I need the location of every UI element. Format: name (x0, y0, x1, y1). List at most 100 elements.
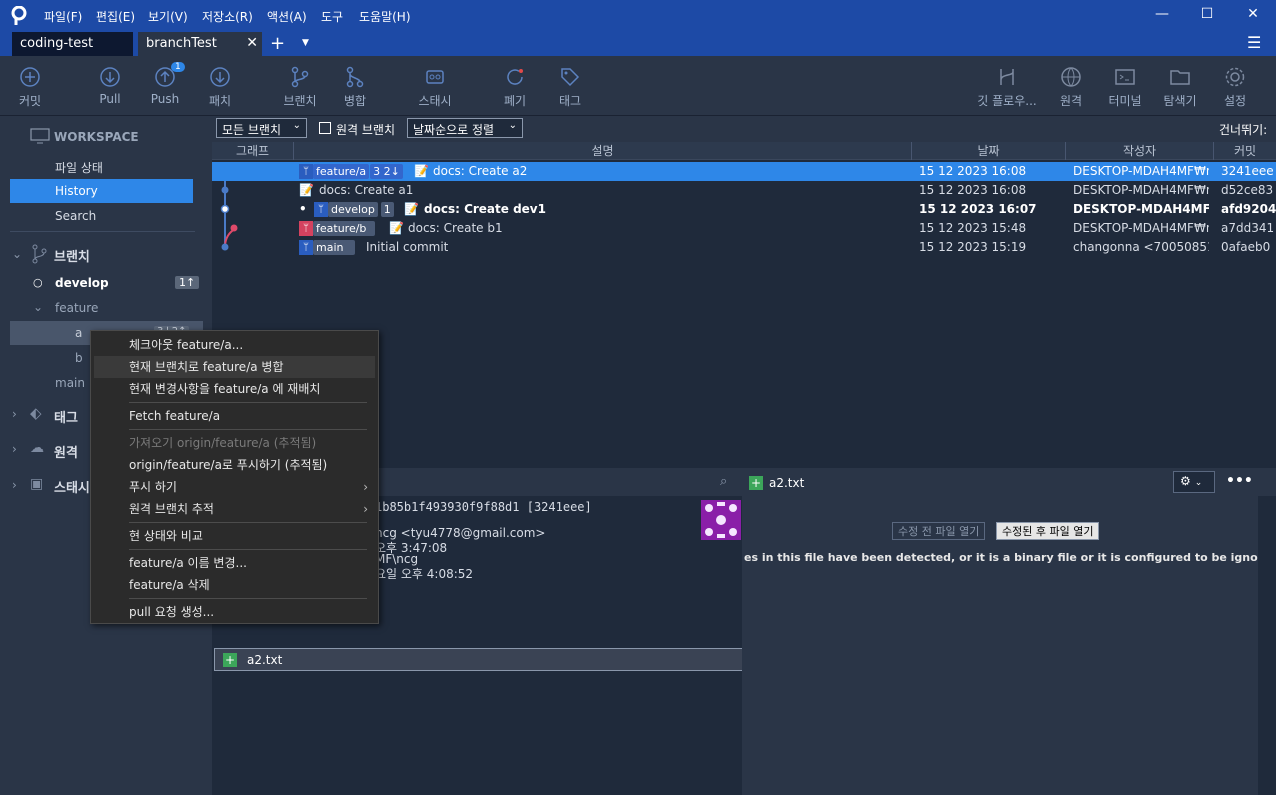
menu-edit[interactable]: 편집(E) (96, 8, 135, 25)
branch-button[interactable]: 브랜치 (270, 62, 330, 109)
menu-item-push-to[interactable]: 푸시 하기 › (91, 476, 378, 498)
maximize-icon[interactable]: ☐ (1197, 6, 1217, 26)
diff-message: es in this file have been detected, or i… (744, 551, 1258, 564)
monitor-icon (30, 128, 50, 144)
changed-file-row[interactable]: + a2.txt (214, 648, 743, 671)
branches-heading[interactable]: 브랜치 (54, 246, 90, 265)
changed-file-name: a2.txt (247, 653, 283, 667)
sort-select[interactable]: 날짜순으로 정렬 ⌄ (407, 118, 523, 138)
hamburger-menu-icon[interactable]: ☰ (1247, 33, 1261, 52)
tab-label: branchTest (146, 36, 217, 51)
sidebar-item-feature-folder[interactable]: feature (55, 301, 98, 315)
branch-name: feature/b (313, 221, 375, 236)
open-after-button[interactable]: 수정된 후 파일 열기 (996, 522, 1100, 540)
commit-row[interactable]: ᛘ feature/b 📝 docs: Create b1 15 12 2023 … (212, 219, 1276, 238)
menu-file[interactable]: 파일(F) (44, 8, 82, 25)
menu-actions[interactable]: 액션(A) (267, 8, 307, 25)
tags-heading[interactable]: 태그 (54, 407, 78, 426)
menu-item-create-pull-request[interactable]: pull 요청 생성... (91, 601, 378, 623)
branch-icon: ᛘ (299, 240, 313, 255)
tab-dropdown-icon[interactable]: ▼ (302, 38, 309, 48)
diff-options-button[interactable]: ⚙ ⌄ (1173, 471, 1215, 493)
search-icon[interactable]: ⌕ (720, 474, 727, 489)
commit-row[interactable]: ᛘ main Initial commit 15 12 2023 15:19 ch… (212, 238, 1276, 257)
menu-help[interactable]: 도움말(H) (359, 8, 411, 25)
menu-item-checkout[interactable]: 체크아웃 feature/a... (91, 334, 378, 356)
open-before-button[interactable]: 수정 전 파일 열기 (892, 522, 986, 540)
commit-hash: 3241eee (1221, 164, 1274, 178)
description-column-header[interactable]: 설명 (294, 142, 912, 160)
menu-item-track-remote[interactable]: 원격 브랜치 추적 › (91, 498, 378, 520)
menu-item-push-tracked[interactable]: origin/feature/a로 푸시하기 (추적됨) (91, 454, 378, 476)
branches-chevron-icon[interactable]: ⌄ (12, 247, 22, 261)
file-added-icon: + (749, 476, 763, 490)
remotes-heading[interactable]: 원격 (54, 442, 78, 461)
terminal-button[interactable]: 터미널 (1095, 62, 1155, 109)
more-options-icon[interactable]: ••• (1226, 473, 1253, 489)
commit-hash: a7dd341 (1221, 221, 1275, 235)
sidebar-item-develop[interactable]: develop (55, 276, 109, 290)
push-to-label: 푸시 하기 (129, 480, 177, 494)
branch-filter-select[interactable]: 모든 브랜치 ⌄ (216, 118, 307, 138)
commit-date: 15 12 2023 15:19 (919, 240, 1027, 254)
tag-button[interactable]: 태그 (540, 62, 600, 109)
diff-scrollbar[interactable] (1258, 496, 1276, 795)
commit-row[interactable]: • ᛘ develop 1 📝 docs: Create dev1 15 12 20… (212, 200, 1276, 219)
graph-column-header[interactable]: 그래프 (212, 142, 294, 160)
sidebar-item-history[interactable]: History (10, 179, 193, 203)
document-icon: 📝 (404, 202, 419, 216)
stash-chevron-icon[interactable]: › (12, 478, 17, 492)
stash-button[interactable]: 스태시 (405, 62, 465, 109)
remote-button[interactable]: 원격 (1041, 62, 1101, 109)
menu-tools[interactable]: 도구 (321, 8, 343, 25)
commit-button[interactable]: 커밋 (0, 62, 60, 109)
branch-label: ᛘ develop 1 (314, 200, 394, 219)
remote-branches-checkbox[interactable] (319, 122, 331, 134)
menu-repository[interactable]: 저장소(R) (202, 8, 253, 25)
branch-icon (30, 244, 48, 264)
sidebar-item-search[interactable]: Search (55, 209, 96, 223)
tab-close-icon[interactable]: ✕ (246, 35, 258, 51)
menu-view[interactable]: 보기(V) (148, 8, 188, 25)
fetch-button[interactable]: 패치 (190, 62, 250, 109)
pull-button[interactable]: Pull (80, 62, 140, 106)
discard-button[interactable]: 폐기 (485, 62, 545, 109)
tag-label: 태그 (558, 94, 582, 108)
feature-chevron-icon[interactable]: ⌄ (33, 300, 43, 314)
date-column-header[interactable]: 날짜 (912, 142, 1066, 160)
merge-button[interactable]: 병합 (325, 62, 385, 109)
merge-icon (346, 66, 364, 88)
settings-button[interactable]: 설정 (1205, 62, 1265, 109)
terminal-icon (1115, 69, 1135, 85)
track-remote-label: 원격 브랜치 추적 (129, 502, 214, 516)
gitflow-button[interactable]: 깃 플로우... (976, 62, 1038, 109)
remotes-chevron-icon[interactable]: › (12, 442, 17, 456)
menu-item-fetch[interactable]: Fetch feature/a (91, 405, 378, 427)
tab-branchtest[interactable]: branchTest ✕ (138, 32, 262, 56)
menu-item-delete[interactable]: feature/a 삭제 (91, 574, 378, 596)
push-button[interactable]: Push 1 (135, 62, 195, 106)
branch-icon: ᛘ (299, 221, 313, 236)
new-tab-icon[interactable]: + (270, 33, 285, 54)
stash-heading[interactable]: 스태시 (54, 477, 90, 496)
commit-row[interactable]: ᛘ feature/a 3 2↓ 📝 docs: Create a2 15 12 2… (212, 162, 1276, 181)
tags-chevron-icon[interactable]: › (12, 407, 17, 421)
menu-item-rebase[interactable]: 현재 변경사항을 feature/a 에 재배치 (91, 378, 378, 400)
menu-item-diff-against-current[interactable]: 현 상태와 비교 (91, 525, 378, 547)
tab-coding-test[interactable]: coding-test (12, 32, 133, 56)
commit-row[interactable]: 📝 docs: Create a1 15 12 2023 16:08 DESKT… (212, 181, 1276, 200)
menu-item-merge[interactable]: 현재 브랜치로 feature/a 병합 (94, 356, 375, 378)
explorer-button[interactable]: 탐색기 (1150, 62, 1210, 109)
sidebar-item-feature-b[interactable]: b (75, 351, 83, 365)
sidebar-item-file-status[interactable]: 파일 상태 (55, 159, 103, 176)
commit-message: docs: Create b1 (408, 221, 503, 235)
sidebar-item-main[interactable]: main (55, 376, 85, 390)
commit-column-header[interactable]: 커밋 (1214, 142, 1276, 160)
menu-item-rename[interactable]: feature/a 이름 변경... (91, 552, 378, 574)
document-icon: 📝 (299, 183, 314, 197)
author-column-header[interactable]: 작성자 (1066, 142, 1214, 160)
explorer-label: 탐색기 (1163, 94, 1197, 108)
close-icon[interactable]: ✕ (1243, 6, 1263, 26)
minimize-icon[interactable]: — (1152, 6, 1172, 26)
branch-label: ᛘ main (299, 238, 355, 257)
